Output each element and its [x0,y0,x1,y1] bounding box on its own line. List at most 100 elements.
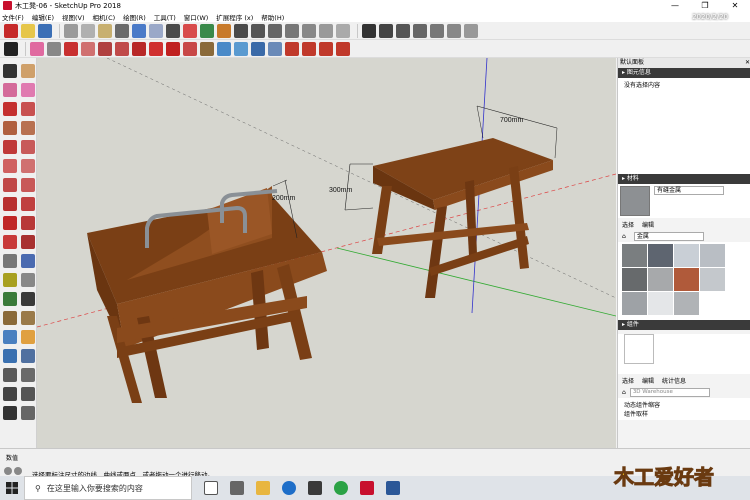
menu-window[interactable]: 窗口(W) [184,12,209,22]
model-info-icon[interactable] [183,23,197,38]
follow-me-icon[interactable] [21,216,35,230]
paste-icon[interactable] [98,23,112,38]
right-view-icon[interactable] [302,23,316,38]
maximize-button[interactable]: ❐ [690,0,720,11]
open-icon[interactable] [21,23,35,38]
move-icon[interactable] [149,41,163,56]
undo-icon[interactable] [132,23,146,38]
shapes-icon[interactable] [98,41,112,56]
top-view-icon[interactable] [268,23,282,38]
close-button[interactable]: ✕ [720,0,750,11]
materials-header[interactable]: ▸ 材料 [618,174,750,184]
material-category-select[interactable]: 金属 [633,232,704,241]
tab-materials-select[interactable]: 选择 [622,220,634,229]
axes-tool-icon[interactable] [3,292,17,306]
polygon-tool-icon[interactable] [21,140,35,154]
rotate-icon[interactable] [166,41,180,56]
arc-tool-icon[interactable] [3,159,17,173]
erase-icon[interactable] [115,23,129,38]
back-edges-icon[interactable] [379,23,393,38]
offset-icon[interactable] [132,41,146,56]
menu-edit[interactable]: 编辑(E) [32,12,54,22]
warehouse-icon[interactable] [200,23,214,38]
zoom-window-icon[interactable] [21,349,35,363]
credits-icon[interactable] [14,467,22,475]
eraser-tool-icon[interactable] [3,83,17,97]
hidden-line-icon[interactable] [413,23,427,38]
line-icon[interactable] [64,41,78,56]
windows-start-icon[interactable] [0,476,24,500]
taskbar-search-box[interactable]: ⚲ 在这里输入你要搜索的内容 [24,476,192,500]
rectangle-tool-icon[interactable] [3,121,17,135]
material-swatch[interactable] [622,268,647,291]
extension-warehouse-icon[interactable] [217,23,231,38]
tab-materials-edit[interactable]: 编辑 [642,220,654,229]
tab-components-edit[interactable]: 编辑 [642,376,654,385]
line-tool-icon[interactable] [3,102,17,116]
extension-manager-icon[interactable] [336,41,350,56]
circle-tool-icon[interactable] [3,140,17,154]
material-swatch[interactable] [648,292,673,315]
menu-camera[interactable]: 相机(C) [93,12,116,22]
text-tool-icon[interactable] [21,273,35,287]
offset-tool-icon[interactable] [21,235,35,249]
zoom-tool-icon[interactable] [3,349,17,363]
shaded-icon[interactable] [430,23,444,38]
paint-bucket-icon[interactable] [200,41,214,56]
menu-view[interactable]: 视图(V) [62,12,85,22]
scale-tool-icon[interactable] [3,235,17,249]
three-point-arc-icon[interactable] [3,178,17,192]
monochrome-icon[interactable] [464,23,478,38]
menu-extensions[interactable]: 扩展程序 (x) [216,12,253,22]
chrome-icon[interactable] [334,481,348,495]
components-header[interactable]: ▸ 组件 [618,320,750,330]
pie-tool-icon[interactable] [21,178,35,192]
orbit-tool-icon[interactable] [3,330,17,344]
select-tool-icon[interactable] [3,64,17,78]
material-swatch[interactable] [674,292,699,315]
move-tool-icon[interactable] [3,197,17,211]
walk-icon[interactable] [3,406,17,420]
dimension-300[interactable]: 300mm [329,163,374,211]
tape-measure-icon[interactable] [47,41,61,56]
geolocation-icon[interactable] [4,467,12,475]
make-component-icon[interactable] [21,64,35,78]
eraser-alt-icon[interactable] [21,83,35,97]
menu-draw[interactable]: 绘图(R) [123,12,146,22]
print-icon[interactable] [166,23,180,38]
material-swatch[interactable] [674,268,699,291]
copy-icon[interactable] [81,23,95,38]
workbench-right[interactable] [372,138,553,298]
iso-view-icon[interactable] [251,23,265,38]
getting-started-icon[interactable] [4,23,18,38]
file-explorer-icon[interactable] [256,481,270,495]
back-view-icon[interactable] [319,23,333,38]
3d-text-icon[interactable] [21,292,35,306]
home-icon[interactable]: ⌂ [622,389,626,396]
rotate-tool-icon[interactable] [3,216,17,230]
look-around-icon[interactable] [21,387,35,401]
menu-tools[interactable]: 工具(T) [154,12,176,22]
eraser-icon[interactable] [30,41,44,56]
menu-help[interactable]: 帮助(H) [261,12,284,22]
tab-components-stats[interactable]: 统计信息 [662,376,686,385]
tab-components-select[interactable]: 选择 [622,376,634,385]
select-icon[interactable] [4,41,18,56]
redo-icon[interactable] [149,23,163,38]
sample-material-icon[interactable] [21,311,35,325]
tray-close-icon[interactable]: ✕ [745,58,750,68]
previous-view-icon[interactable] [21,368,35,382]
material-swatch[interactable] [648,268,673,291]
components-search-input[interactable]: 3D Warehouse [629,388,710,397]
app-icon-1[interactable] [230,481,244,495]
material-swatch[interactable] [648,244,673,267]
layout-icon[interactable] [234,23,248,38]
arc-icon[interactable] [81,41,95,56]
material-name-field[interactable]: 有缝金属 [654,186,724,195]
scale-icon[interactable] [183,41,197,56]
xray-icon[interactable] [362,23,376,38]
freehand-tool-icon[interactable] [21,102,35,116]
home-icon[interactable]: ⌂ [622,233,626,240]
minimize-button[interactable]: — [660,0,690,11]
menu-file[interactable]: 文件(F) [2,12,24,22]
